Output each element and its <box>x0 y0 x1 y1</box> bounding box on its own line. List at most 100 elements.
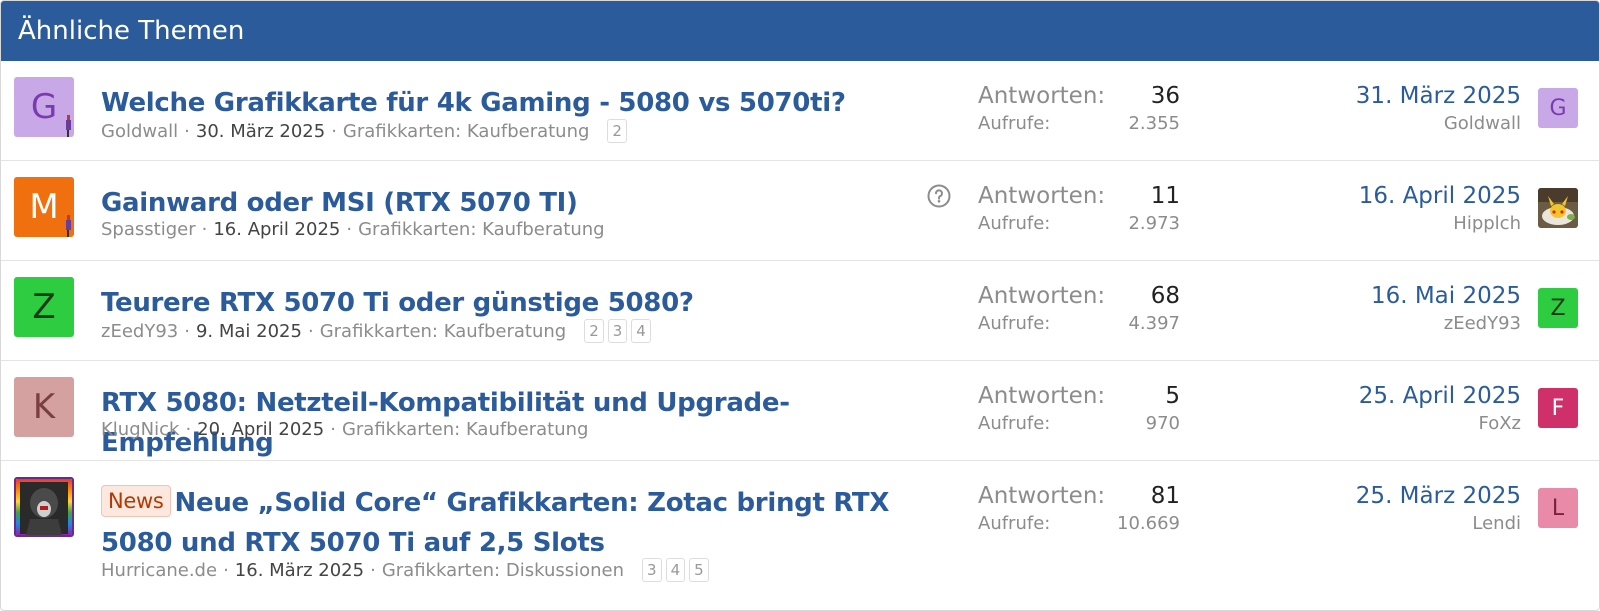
thread-date[interactable]: 30. März 2025 <box>196 121 325 142</box>
page-nav: 3 4 5 <box>642 558 713 582</box>
thread-title-link[interactable]: Teurere RTX 5070 Ti oder günstige 5080? <box>101 283 921 323</box>
thread-row: M Gainward oder MSI (RTX 5070 TI) Spasst… <box>1 161 1599 261</box>
replies-label: Antworten: <box>978 283 1106 309</box>
author-avatar[interactable]: G <box>14 77 74 137</box>
views-label: Aufrufe: <box>978 313 1051 334</box>
avatar-letter: Z <box>1550 295 1566 321</box>
thread-title-link[interactable]: News Neue „Solid Core“ Grafikkarten: Zota… <box>101 483 921 563</box>
last-poster-avatar[interactable]: G <box>1538 88 1578 128</box>
last-poster-avatar[interactable]: Z <box>1538 288 1578 328</box>
last-post-date[interactable]: 31. März 2025 <box>1356 83 1521 109</box>
page-link[interactable]: 2 <box>584 319 604 343</box>
author-link[interactable]: Hurricane.de <box>101 560 217 581</box>
forum-link[interactable]: Grafikkarten: Kaufberatung <box>358 219 605 240</box>
last-post-date[interactable]: 16. April 2025 <box>1359 183 1521 209</box>
thread-stats: Antworten: 81 Aufrufe: 10.669 <box>978 483 1180 534</box>
replies-label: Antworten: <box>978 183 1106 209</box>
forum-link[interactable]: Grafikkarten: Diskussionen <box>382 560 624 581</box>
soldier-avatar-icon <box>16 479 72 535</box>
author-avatar[interactable]: Z <box>14 277 74 337</box>
thread-stats: Antworten: 36 Aufrufe: 2.355 <box>978 83 1180 134</box>
replies-count: 36 <box>1150 83 1180 109</box>
last-post-info: 25. März 2025 Lendi <box>1356 483 1521 534</box>
last-post-user[interactable]: Goldwall <box>1356 113 1521 134</box>
thread-meta: Hurricane.de · 16. März 2025 · Grafikkar… <box>101 558 713 582</box>
author-link[interactable]: Goldwall <box>101 121 178 142</box>
last-post-user[interactable]: FoXz <box>1359 413 1521 434</box>
page-link[interactable]: 4 <box>631 319 651 343</box>
question-circle-icon <box>927 184 951 208</box>
avatar-letter: K <box>32 387 56 427</box>
thread-stats: Antworten: 68 Aufrufe: 4.397 <box>978 283 1180 334</box>
last-post-user[interactable]: zEedY93 <box>1371 313 1521 334</box>
author-avatar[interactable]: K <box>14 377 74 437</box>
views-count: 2.973 <box>1128 213 1180 234</box>
author-link[interactable]: KlugNick <box>101 419 179 440</box>
thread-row: K RTX 5080: Netzteil-Kompatibilität und … <box>1 361 1599 461</box>
thread-stats: Antworten: 5 Aufrufe: 970 <box>978 383 1180 434</box>
views-count: 2.355 <box>1128 113 1180 134</box>
avatar-letter: M <box>29 187 59 227</box>
user-badge-icon <box>66 115 71 137</box>
thread-meta: Spasstiger · 16. April 2025 · Grafikkart… <box>101 219 605 240</box>
thread-title-link[interactable]: Welche Grafikkarte für 4k Gaming - 5080 … <box>101 83 921 123</box>
views-label: Aufrufe: <box>978 213 1051 234</box>
page-link[interactable]: 3 <box>642 558 662 582</box>
news-prefix-label[interactable]: News <box>101 485 171 517</box>
last-post-info: 16. Mai 2025 zEedY93 <box>1371 283 1521 334</box>
last-poster-avatar[interactable]: L <box>1538 488 1578 528</box>
block-title: Ähnliche Themen <box>1 1 1599 61</box>
thread-stats: Antworten: 11 Aufrufe: 2.973 <box>978 183 1180 234</box>
last-post-date[interactable]: 25. April 2025 <box>1359 383 1521 409</box>
thread-title-text[interactable]: Neue „Solid Core“ Grafikkarten: Zotac br… <box>101 488 889 558</box>
replies-label: Antworten: <box>978 83 1106 109</box>
last-post-date[interactable]: 16. Mai 2025 <box>1371 283 1521 309</box>
last-post-info: 16. April 2025 Hipplch <box>1359 183 1521 234</box>
thread-row: News Neue „Solid Core“ Grafikkarten: Zota… <box>1 461 1599 610</box>
thread-meta: Goldwall · 30. März 2025 · Grafikkarten:… <box>101 119 631 143</box>
thread-meta: zEedY93 · 9. Mai 2025 · Grafikkarten: Ka… <box>101 319 655 343</box>
author-avatar[interactable] <box>14 477 74 537</box>
views-label: Aufrufe: <box>978 513 1051 534</box>
page-link[interactable]: 4 <box>665 558 686 582</box>
avatar-letter: L <box>1551 495 1565 521</box>
forum-link[interactable]: Grafikkarten: Kaufberatung <box>342 419 589 440</box>
replies-count: 5 <box>1165 383 1180 409</box>
replies-count: 81 <box>1150 483 1180 509</box>
replies-count: 11 <box>1150 183 1180 209</box>
page-link[interactable]: 5 <box>689 558 709 582</box>
author-avatar[interactable]: M <box>14 177 74 237</box>
last-post-user[interactable]: Lendi <box>1356 513 1521 534</box>
similar-threads-block: Ähnliche Themen G Welche Grafikkarte für… <box>0 0 1600 611</box>
page-nav: 2 3 4 <box>584 319 655 343</box>
avatar-letter: G <box>1549 95 1567 121</box>
author-link[interactable]: Spasstiger <box>101 219 196 240</box>
last-post-info: 31. März 2025 Goldwall <box>1356 83 1521 134</box>
user-badge-icon <box>66 215 71 237</box>
views-count: 10.669 <box>1117 513 1180 534</box>
thread-meta: KlugNick · 20. April 2025 · Grafikkarten… <box>101 419 589 440</box>
avatar-letter: F <box>1551 395 1565 421</box>
thread-title-link[interactable]: Gainward oder MSI (RTX 5070 TI) <box>101 183 921 223</box>
forum-link[interactable]: Grafikkarten: Kaufberatung <box>343 121 590 142</box>
forum-link[interactable]: Grafikkarten: Kaufberatung <box>320 321 567 342</box>
thread-date[interactable]: 20. April 2025 <box>197 419 324 440</box>
last-post-date[interactable]: 25. März 2025 <box>1356 483 1521 509</box>
author-link[interactable]: zEedY93 <box>101 321 178 342</box>
last-post-info: 25. April 2025 FoXz <box>1359 383 1521 434</box>
views-count: 4.397 <box>1128 313 1180 334</box>
page-link[interactable]: 2 <box>607 119 627 143</box>
avatar-letter: G <box>30 87 58 127</box>
views-label: Aufrufe: <box>978 113 1051 134</box>
last-poster-avatar[interactable]: F <box>1538 388 1578 428</box>
last-poster-avatar[interactable] <box>1538 188 1578 228</box>
thread-date[interactable]: 9. Mai 2025 <box>196 321 302 342</box>
thread-date[interactable]: 16. März 2025 <box>235 560 364 581</box>
last-post-user[interactable]: Hipplch <box>1359 213 1521 234</box>
replies-label: Antworten: <box>978 483 1106 509</box>
views-count: 970 <box>1145 413 1180 434</box>
thread-row: G Welche Grafikkarte für 4k Gaming - 508… <box>1 61 1599 161</box>
page-nav: 2 <box>607 119 631 143</box>
thread-date[interactable]: 16. April 2025 <box>213 219 340 240</box>
page-link[interactable]: 3 <box>607 319 628 343</box>
